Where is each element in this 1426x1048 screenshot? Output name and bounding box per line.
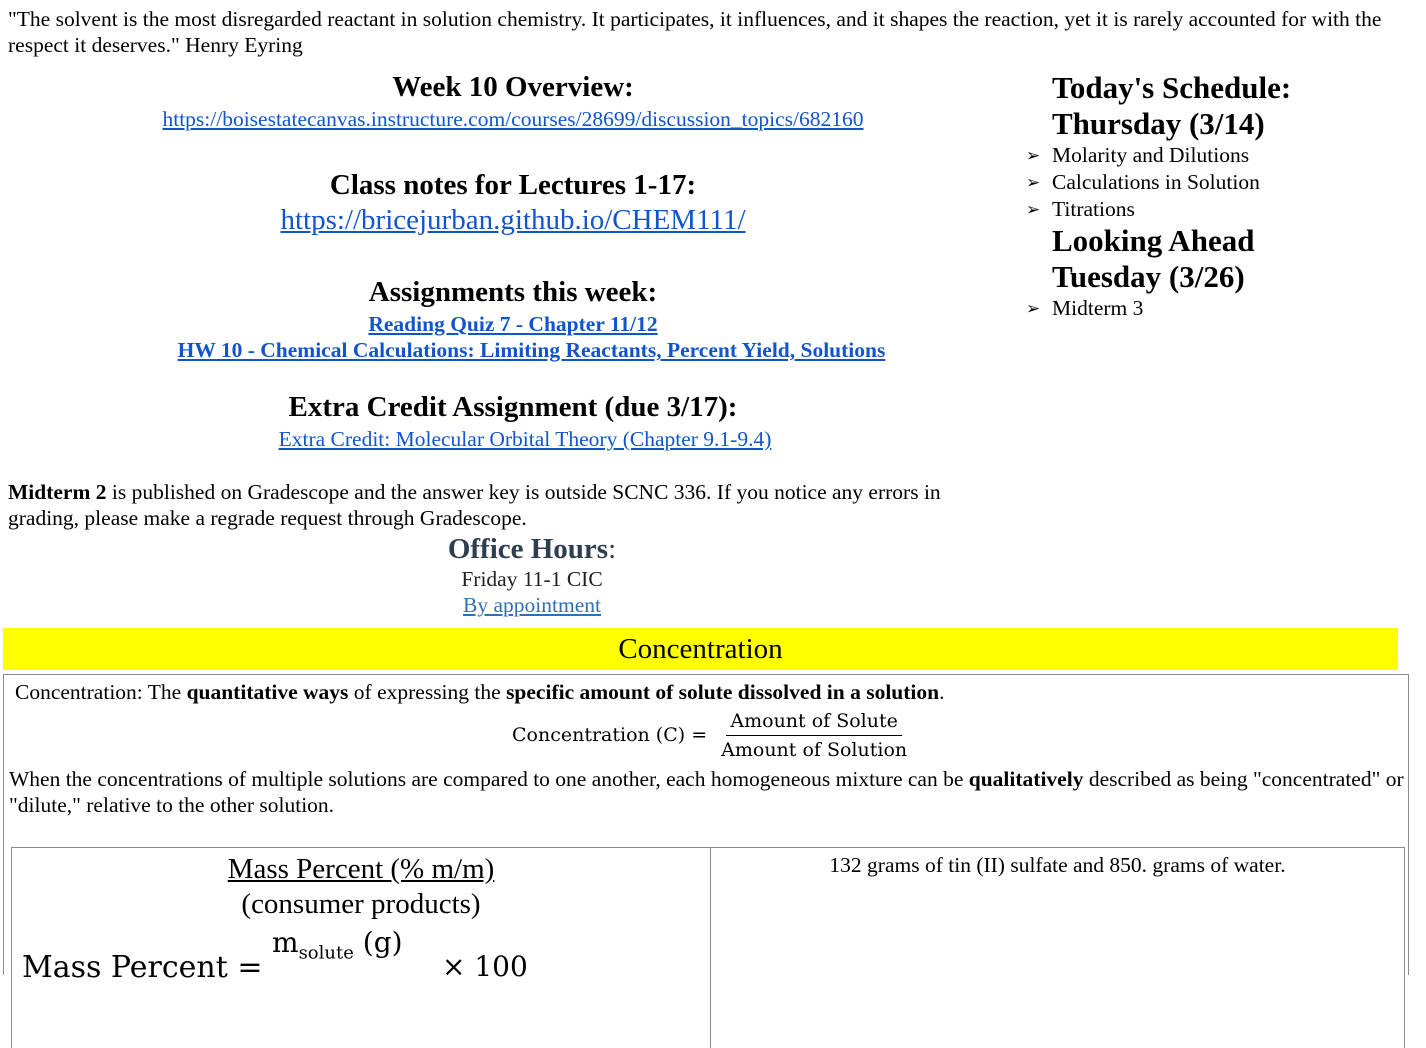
example-cell: 132 grams of tin (II) sulfate and 850. g…: [711, 848, 1404, 1048]
formula-fraction: Amount of Solute Amount of Solution: [717, 709, 911, 762]
office-hours-time: Friday 11-1 CIC: [461, 567, 603, 591]
compare-bold: qualitatively: [968, 767, 1084, 791]
schedule-item: ➢ Molarity and Dilutions: [1026, 142, 1416, 169]
looking-ahead-heading: Looking Ahead: [1052, 223, 1255, 258]
week-overview-link-wrap: https://boisestatecanvas.instructure.com…: [8, 106, 1018, 132]
arrowhead-bullet-icon: ➢: [1026, 173, 1041, 192]
assignment-item: HW 10 - Chemical Calculations: Limiting …: [8, 337, 1055, 363]
mass-percent-subtitle: (consumer products): [241, 888, 481, 920]
def-text: Concentration: The: [15, 680, 187, 704]
mass-percent-formula: Mass Percent = msolute (g) × 100: [12, 926, 710, 985]
appointment-link[interactable]: By appointment: [463, 593, 601, 617]
ahead-date: Tuesday (3/26): [1052, 259, 1245, 294]
mass-percent-cell: Mass Percent (% m/m) (consumer products)…: [12, 848, 711, 1048]
numerator-unit: (g): [353, 926, 403, 959]
concentration-banner: Concentration: [3, 628, 1398, 670]
schedule-item-label: Calculations in Solution: [1052, 170, 1260, 194]
office-hours-label: Office Hours: [447, 533, 609, 565]
homework-link[interactable]: HW 10 - Chemical Calculations: Limiting …: [178, 338, 886, 362]
mass-percent-title: Mass Percent (% m/m): [227, 853, 495, 885]
concentration-definition: Concentration: The quantitative ways of …: [15, 679, 944, 705]
eyring-quote: "The solvent is the most disregarded rea…: [8, 7, 1382, 57]
schedule-item-label: Midterm 3: [1052, 296, 1144, 320]
class-notes-title: Class notes for Lectures 1-17:: [329, 169, 697, 201]
reading-quiz-link[interactable]: Reading Quiz 7 - Chapter 11/12: [368, 312, 657, 336]
concentration-section: Concentration: The quantitative ways of …: [3, 674, 1409, 1048]
schedule-panel: Today's Schedule: Thursday (3/14) ➢ Molar…: [1026, 70, 1416, 322]
schedule-item-label: Titrations: [1052, 197, 1135, 221]
schedule-item-label: Molarity and Dilutions: [1052, 143, 1250, 167]
arrowhead-bullet-icon: ➢: [1026, 299, 1041, 318]
comparison-text: When the concentrations of multiple solu…: [9, 766, 1404, 818]
mass-percent-times: × 100: [442, 950, 528, 983]
assignments-title: Assignments this week:: [368, 276, 658, 308]
midterm-label: Midterm 2: [8, 480, 107, 504]
today-heading: Today's Schedule:: [1052, 70, 1292, 105]
formula-denominator: Amount of Solution: [721, 738, 908, 761]
concentration-formula: Concentration (C) = Amount of Solute Amo…: [512, 707, 911, 763]
formula-lhs: Concentration (C) =: [512, 724, 708, 746]
mass-percent-lhs: Mass Percent =: [22, 950, 263, 985]
extra-credit-title: Extra Credit Assignment (due 3/17):: [288, 391, 738, 423]
assignment-item: Reading Quiz 7 - Chapter 11/12: [8, 311, 1018, 337]
office-hours-colon: :: [608, 533, 617, 565]
def-text: of expressing the: [348, 680, 507, 704]
compare-text: When the concentrations of multiple solu…: [9, 767, 969, 791]
office-hours-title: Office Hours:: [0, 532, 1064, 566]
class-notes-link-wrap: https://bricejurban.github.io/CHEM111/: [8, 203, 1018, 237]
arrowhead-bullet-icon: ➢: [1026, 200, 1041, 219]
numerator-main: m: [272, 926, 299, 959]
numerator-sub: solute: [298, 942, 354, 964]
today-date: Thursday (3/14): [1052, 106, 1265, 141]
schedule-item: ➢ Calculations in Solution: [1026, 169, 1416, 196]
formula-numerator: Amount of Solute: [726, 709, 902, 736]
arrowhead-bullet-icon: ➢: [1026, 146, 1041, 165]
today-list: ➢ Molarity and Dilutions ➢ Calculations in…: [1026, 142, 1416, 223]
week-overview-link[interactable]: https://boisestatecanvas.instructure.com…: [162, 107, 863, 131]
midterm-text: is published on Gradescope and the answe…: [8, 480, 941, 530]
mass-percent-table: Mass Percent (% m/m) (consumer products)…: [11, 847, 1405, 1048]
example-problem: 132 grams of tin (II) sulfate and 850. g…: [829, 853, 1286, 877]
ahead-list: ➢ Midterm 3: [1026, 295, 1416, 322]
def-text: .: [939, 680, 945, 704]
midterm-notice: Midterm 2 is published on Gradescope and…: [8, 479, 988, 531]
extra-credit-link-wrap: Extra Credit: Molecular Orbital Theory (…: [8, 426, 1042, 452]
mass-percent-numerator: msolute (g): [272, 926, 403, 964]
class-notes-link[interactable]: https://bricejurban.github.io/CHEM111/: [280, 204, 745, 236]
office-hours-appointment-wrap: By appointment: [0, 592, 1064, 618]
schedule-item: ➢ Midterm 3: [1026, 295, 1416, 322]
office-hours: Office Hours: Friday 11-1 CIC By appoint…: [0, 532, 1064, 618]
def-bold: quantitative ways: [186, 680, 349, 704]
extra-credit-link[interactable]: Extra Credit: Molecular Orbital Theory (…: [279, 427, 772, 451]
schedule-item: ➢ Titrations: [1026, 196, 1416, 223]
week-overview-title: Week 10 Overview:: [392, 71, 634, 103]
def-bold: specific amount of solute dissolved in a…: [506, 680, 940, 704]
